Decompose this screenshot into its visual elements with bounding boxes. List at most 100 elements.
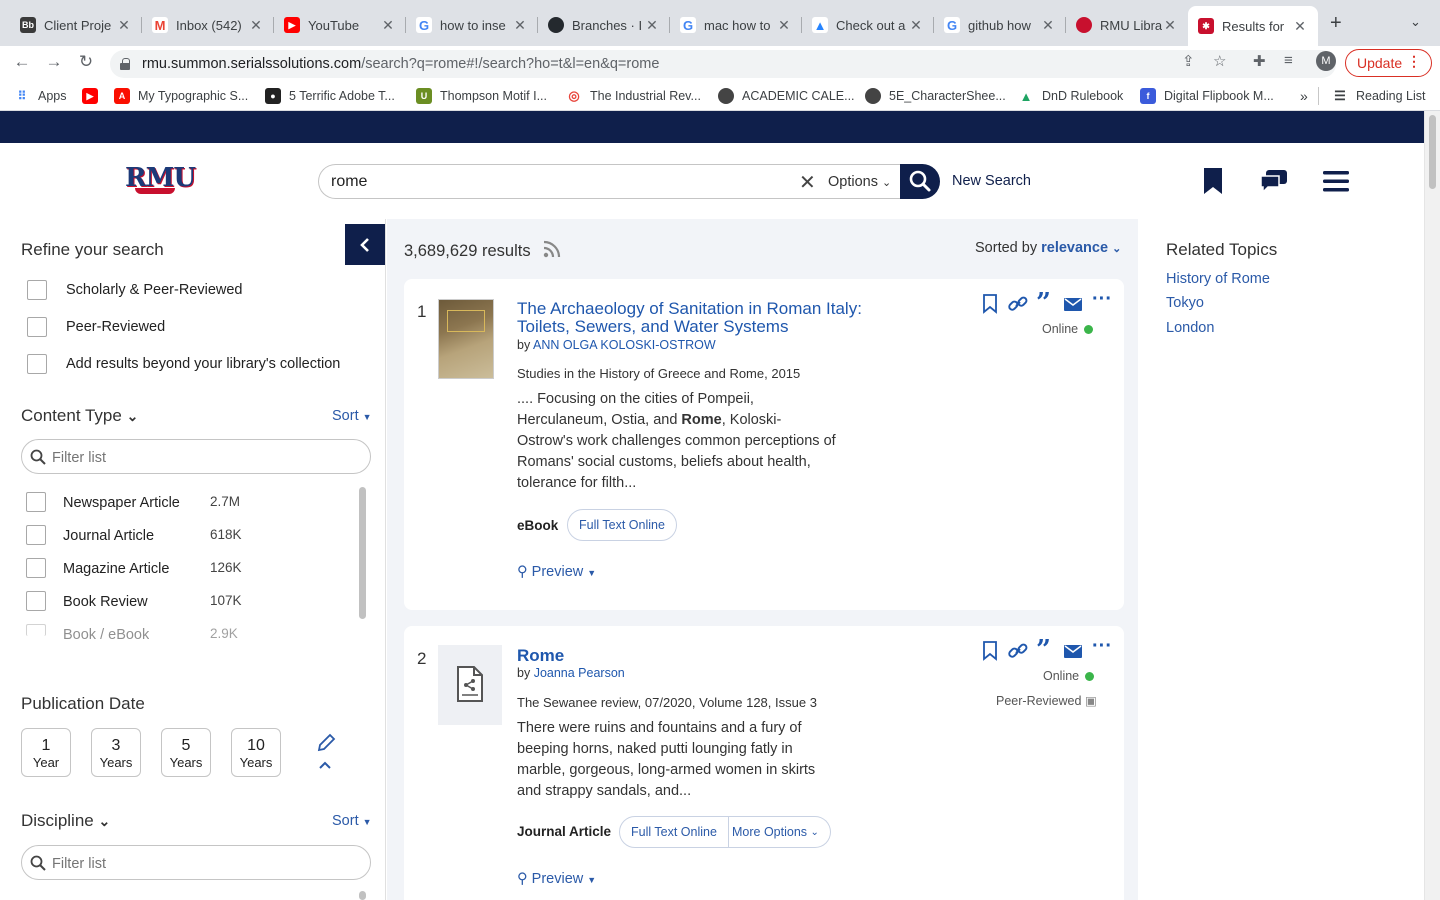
facet-checkbox[interactable]: [26, 591, 46, 611]
document-thumbnail[interactable]: [438, 645, 502, 725]
close-icon[interactable]: ✕: [776, 17, 792, 34]
browser-tab[interactable]: G github how ✕: [934, 8, 1066, 42]
facet-checkbox[interactable]: [26, 492, 46, 512]
facet-scrollbar[interactable]: [359, 891, 366, 900]
share-icon[interactable]: ⇪: [1182, 52, 1195, 70]
browser-tab[interactable]: G mac how to ✕: [670, 8, 802, 42]
facet-checkbox[interactable]: [26, 525, 46, 545]
date-1-year-button[interactable]: 1 Year: [21, 728, 71, 777]
url-input[interactable]: rmu.summon.serialssolutions.com/search?q…: [110, 50, 1336, 78]
bookmark-icon[interactable]: [982, 294, 998, 314]
related-topic-link[interactable]: History of Rome: [1166, 271, 1270, 287]
checkbox-scholarly[interactable]: [27, 280, 47, 300]
extensions-icon[interactable]: ✚: [1253, 52, 1266, 70]
bookmarks-overflow-icon[interactable]: »: [1300, 87, 1308, 105]
close-icon[interactable]: ✕: [1292, 18, 1308, 35]
bookmark-item[interactable]: ◎ The Industrial Rev...: [566, 87, 701, 105]
browser-tab[interactable]: G how to inse ✕: [406, 8, 538, 42]
facet-checkbox[interactable]: [26, 558, 46, 578]
more-icon[interactable]: ···: [1092, 288, 1112, 311]
preview-toggle[interactable]: ⚲ Preview ▼: [517, 871, 596, 887]
page-scrollbar[interactable]: [1424, 111, 1440, 900]
browser-tab[interactable]: ▲ Check out a ✕: [802, 8, 934, 42]
rmu-logo[interactable]: RMU: [125, 163, 196, 197]
content-type-toggle[interactable]: Content Type ⌄: [21, 406, 138, 426]
bookmark-item[interactable]: ▲ DnD Rulebook: [1018, 87, 1123, 105]
bookmark-icon[interactable]: [1203, 167, 1223, 200]
bookmark-item[interactable]: ACADEMIC CALE...: [718, 87, 855, 105]
avatar[interactable]: M: [1316, 51, 1336, 71]
facet-scrollbar[interactable]: [359, 487, 366, 619]
scrollbar-thumb[interactable]: [1429, 115, 1436, 189]
more-options-button[interactable]: More Options ⌄: [721, 816, 831, 848]
new-search-link[interactable]: New Search: [952, 173, 1031, 189]
rss-icon[interactable]: [543, 240, 561, 258]
update-button[interactable]: Update ⋮: [1345, 49, 1432, 77]
close-icon[interactable]: ✕: [248, 17, 264, 34]
bookmark-item[interactable]: A My Typographic S...: [114, 87, 248, 105]
chevron-down-icon[interactable]: ⌄: [1410, 14, 1421, 30]
close-icon[interactable]: ✕: [644, 17, 660, 34]
link-icon[interactable]: [1008, 295, 1028, 313]
more-icon[interactable]: ···: [1092, 635, 1112, 658]
new-tab-icon[interactable]: +: [1330, 12, 1342, 35]
search-button[interactable]: [900, 164, 940, 199]
related-topic-link[interactable]: London: [1166, 320, 1214, 336]
close-icon[interactable]: ✕: [908, 17, 924, 34]
star-icon[interactable]: ☆: [1213, 52, 1226, 70]
date-10-years-button[interactable]: 10 Years: [231, 728, 281, 777]
full-text-online-button[interactable]: Full Text Online: [567, 509, 677, 541]
content-type-sort[interactable]: Sort ▼: [332, 408, 372, 424]
chat-icon[interactable]: [1260, 169, 1288, 198]
author-link[interactable]: ANN OLGA KOLOSKI-OSTROW: [533, 338, 716, 352]
close-icon[interactable]: ✕: [512, 17, 528, 34]
preview-toggle[interactable]: ⚲ Preview ▼: [517, 564, 596, 580]
close-icon[interactable]: ✕: [1162, 17, 1178, 34]
close-icon[interactable]: ✕: [1040, 17, 1056, 34]
options-dropdown[interactable]: Options ⌄: [828, 174, 891, 190]
menu-icon[interactable]: [1323, 171, 1349, 198]
content-type-filter-input[interactable]: Filter list: [21, 439, 371, 474]
cite-icon[interactable]: ”: [1036, 635, 1051, 665]
related-topic-link[interactable]: Tokyo: [1166, 295, 1204, 311]
full-text-online-button[interactable]: Full Text Online: [619, 816, 729, 848]
result-title-link[interactable]: Rome: [517, 647, 564, 665]
discipline-toggle[interactable]: Discipline ⌄: [21, 811, 110, 831]
email-icon[interactable]: [1064, 298, 1082, 311]
browser-tab[interactable]: ▶ YouTube ✕: [274, 8, 406, 42]
checkbox-peer-reviewed[interactable]: [27, 317, 47, 337]
email-icon[interactable]: [1064, 645, 1082, 658]
bookmark-item[interactable]: U Thompson Motif I...: [416, 87, 547, 105]
bookmark-item[interactable]: f Digital Flipbook M...: [1140, 87, 1274, 105]
search-input[interactable]: rome ✕ Options ⌄: [318, 164, 900, 199]
link-icon[interactable]: [1008, 642, 1028, 660]
discipline-filter-input[interactable]: Filter list: [21, 845, 371, 880]
browser-tab[interactable]: Branches · I ✕: [538, 8, 670, 42]
checkbox-beyond-library[interactable]: [27, 354, 47, 374]
forward-icon[interactable]: →: [42, 52, 66, 72]
collapse-panel-button[interactable]: [345, 224, 385, 265]
facet-checkbox[interactable]: [26, 624, 46, 636]
bookmark-item[interactable]: ⠿ Apps: [14, 87, 67, 105]
date-3-years-button[interactable]: 3 Years: [91, 728, 141, 777]
media-control-icon[interactable]: ≡: [1284, 52, 1293, 69]
browser-tab[interactable]: RMU Library ✕: [1066, 8, 1188, 42]
book-cover-thumbnail[interactable]: [438, 299, 494, 379]
browser-tab[interactable]: Bb Client Proje ✕: [10, 8, 142, 42]
reading-list[interactable]: ☰ Reading List: [1332, 87, 1426, 105]
bookmark-item[interactable]: 5E_CharacterShee...: [865, 87, 1006, 105]
discipline-sort[interactable]: Sort ▼: [332, 813, 372, 829]
author-link[interactable]: Joanna Pearson: [534, 666, 625, 680]
browser-tab-active[interactable]: ✱ Results for ✕: [1188, 6, 1318, 46]
bookmark-item[interactable]: ▶: [82, 87, 106, 105]
bookmark-item[interactable]: ● 5 Terrific Adobe T...: [265, 87, 395, 105]
pencil-icon[interactable]: [316, 733, 336, 758]
chevron-up-icon[interactable]: [319, 757, 331, 775]
close-icon[interactable]: ✕: [380, 17, 396, 34]
browser-tab[interactable]: M Inbox (542) ✕: [142, 8, 274, 42]
sort-dropdown[interactable]: Sorted by relevance ⌄: [975, 240, 1121, 256]
date-5-years-button[interactable]: 5 Years: [161, 728, 211, 777]
back-icon[interactable]: ←: [10, 52, 34, 72]
result-title-link[interactable]: The Archaeology of Sanitation in Roman I…: [517, 300, 862, 336]
close-icon[interactable]: ✕: [116, 17, 132, 34]
